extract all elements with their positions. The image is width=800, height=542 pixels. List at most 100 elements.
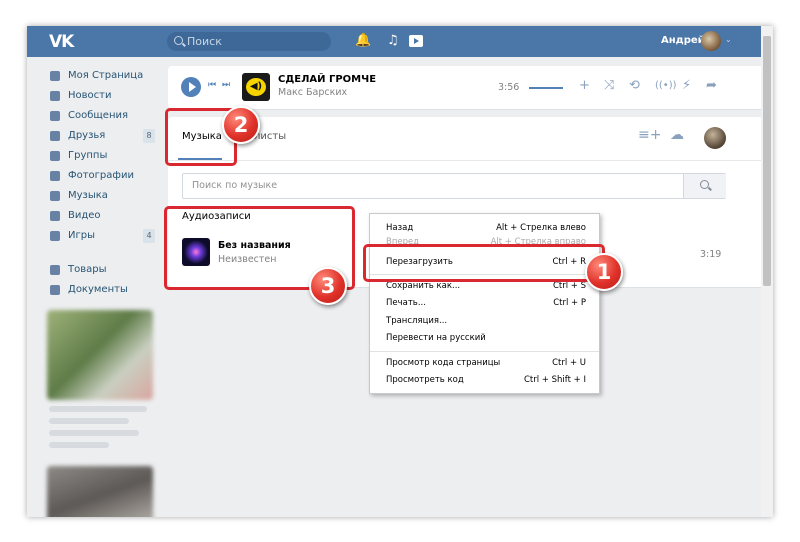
music-search-button[interactable] <box>683 174 726 198</box>
music-search-placeholder: Поиск по музыке <box>192 180 278 191</box>
sidebar-item-label: Фотографии <box>68 170 134 181</box>
search-icon <box>174 36 183 45</box>
music-note-icon[interactable]: ♫ <box>387 34 399 48</box>
context-menu: Назад Alt + Стрелка влево Вперед Alt + Стр… <box>369 213 600 394</box>
menu-item-shortcut: Ctrl + U <box>552 358 586 368</box>
menu-item-back[interactable]: Назад Alt + Стрелка влево <box>386 221 586 235</box>
user-icon <box>50 131 60 141</box>
menu-item-label: Сохранить как... <box>386 281 461 291</box>
tab-playlists[interactable]: листы <box>254 131 286 142</box>
sidebar-item-my-page[interactable]: Моя Страница <box>47 66 157 86</box>
left-sidebar: Моя Страница Новости Сообщения Друзья 8 Г… <box>47 66 157 300</box>
menu-item-cast[interactable]: Трансляция... <box>386 314 586 328</box>
music-search-input[interactable]: Поиск по музыке <box>182 173 726 199</box>
menu-item-label: Перевести на русский <box>386 333 486 343</box>
sidebar-item-friends[interactable]: Друзья 8 <box>47 126 157 146</box>
sidebar-item-games[interactable]: Игры 4 <box>47 226 157 246</box>
menu-item-label: Трансляция... <box>386 316 448 326</box>
sidebar-item-label: Моя Страница <box>68 70 144 81</box>
music-note-icon <box>50 191 60 201</box>
blurred-ad-text <box>49 406 147 412</box>
menu-item-label: Назад <box>386 223 414 233</box>
chat-icon <box>50 111 60 121</box>
sidebar-item-photos[interactable]: Фотографии <box>47 166 157 186</box>
audio-player: ⏮ ⏭ ◀) СДЕЛАЙ ГРОМЧЕ Макс Барских 3:56 +… <box>168 66 766 109</box>
album-cover: ◀) <box>242 73 270 101</box>
add-playlist-icon[interactable]: ≡+ <box>638 127 661 143</box>
blurred-ad-text <box>49 418 129 424</box>
sidebar-item-label: Игры <box>68 230 95 241</box>
menu-item-shortcut: Ctrl + P <box>553 298 586 308</box>
avatar[interactable] <box>701 31 721 51</box>
sidebar-item-music[interactable]: Музыка <box>47 186 157 206</box>
step-badge-1: 1 <box>585 253 623 291</box>
sidebar-item-label: Сообщения <box>68 110 129 121</box>
menu-item-translate[interactable]: Перевести на русский <box>386 331 586 345</box>
highlight-reload-item <box>363 244 605 282</box>
document-icon <box>50 285 60 295</box>
blurred-ad-text <box>49 442 109 448</box>
sidebar-item-label: Документы <box>68 284 128 295</box>
chevron-down-icon[interactable]: ⌄ <box>725 35 732 44</box>
menu-item-label: Просмотреть код <box>386 375 464 385</box>
sidebar-item-documents[interactable]: Документы <box>47 280 157 300</box>
speaker-icon: ◀) <box>246 78 266 96</box>
sidebar-item-news[interactable]: Новости <box>47 86 157 106</box>
global-search-input[interactable]: Поиск <box>167 32 331 51</box>
sidebar-item-label: Группы <box>68 150 108 161</box>
global-search-placeholder: Поиск <box>187 35 222 48</box>
sidebar-item-goods[interactable]: Товары <box>47 260 157 280</box>
menu-item-shortcut: Alt + Стрелка влево <box>496 223 586 233</box>
vk-logo[interactable]: VK <box>49 32 74 52</box>
news-icon <box>50 91 60 101</box>
blurred-ad-image[interactable] <box>47 310 153 400</box>
magic-wand-icon[interactable]: ⚡ <box>682 78 691 93</box>
previous-track-icon[interactable]: ⏮ <box>208 80 216 90</box>
menu-item-print[interactable]: Печать... Ctrl + P <box>386 296 586 310</box>
broadcast-icon[interactable]: ((•)) <box>655 80 677 91</box>
avatar[interactable] <box>704 127 726 149</box>
sidebar-item-label: Друзья <box>68 130 106 141</box>
sidebar-item-label: Товары <box>68 264 107 275</box>
bag-icon <box>50 265 60 275</box>
menu-item-view-source[interactable]: Просмотр кода страницы Ctrl + U <box>386 356 586 370</box>
step-badge-3: 3 <box>309 267 347 305</box>
sidebar-item-video[interactable]: Видео <box>47 206 157 226</box>
scrollbar-thumb[interactable] <box>763 36 771 286</box>
repeat-icon[interactable]: ⟲ <box>629 78 640 93</box>
group-icon <box>50 151 60 161</box>
sidebar-item-groups[interactable]: Группы <box>47 146 157 166</box>
play-button[interactable] <box>181 77 201 97</box>
add-icon[interactable]: + <box>579 78 590 93</box>
volume-slider[interactable] <box>529 87 563 89</box>
step-badge-2: 2 <box>222 106 260 144</box>
browser-window: VK Поиск 🔔 ♫ Андрей ⌄ Моя Страница Новос… <box>27 26 773 517</box>
menu-item-shortcut: Ctrl + Shift + I <box>523 375 586 385</box>
player-track-title: СДЕЛАЙ ГРОМЧЕ <box>278 74 377 85</box>
track-duration: 3:19 <box>700 249 722 260</box>
shuffle-icon[interactable]: ⤨ <box>604 78 614 93</box>
user-name[interactable]: Андрей <box>661 35 705 46</box>
bell-icon[interactable]: 🔔 <box>355 34 371 48</box>
upload-cloud-icon[interactable]: ☁ <box>670 127 684 143</box>
video-icon <box>50 211 60 221</box>
count-badge: 4 <box>143 229 155 243</box>
camera-icon <box>50 171 60 181</box>
share-icon[interactable]: ➦ <box>706 78 717 93</box>
player-time: 3:56 <box>498 82 520 93</box>
count-badge: 8 <box>143 129 155 143</box>
blurred-ad-image[interactable] <box>47 466 153 517</box>
menu-item-label: Печать... <box>386 298 426 308</box>
player-track-artist[interactable]: Макс Барских <box>278 87 347 98</box>
divider <box>168 160 766 161</box>
top-navigation-bar: VK Поиск 🔔 ♫ Андрей ⌄ <box>27 26 773 57</box>
video-play-icon[interactable] <box>409 35 423 47</box>
menu-item-inspect[interactable]: Просмотреть код Ctrl + Shift + I <box>386 373 586 387</box>
sidebar-item-label: Новости <box>68 90 112 101</box>
menu-item-label: Просмотр кода страницы <box>386 358 501 368</box>
next-track-icon[interactable]: ⏭ <box>222 80 230 90</box>
scrollbar[interactable] <box>761 26 773 517</box>
blurred-ad-text <box>49 430 139 436</box>
sidebar-item-messages[interactable]: Сообщения <box>47 106 157 126</box>
menu-divider <box>370 351 599 352</box>
